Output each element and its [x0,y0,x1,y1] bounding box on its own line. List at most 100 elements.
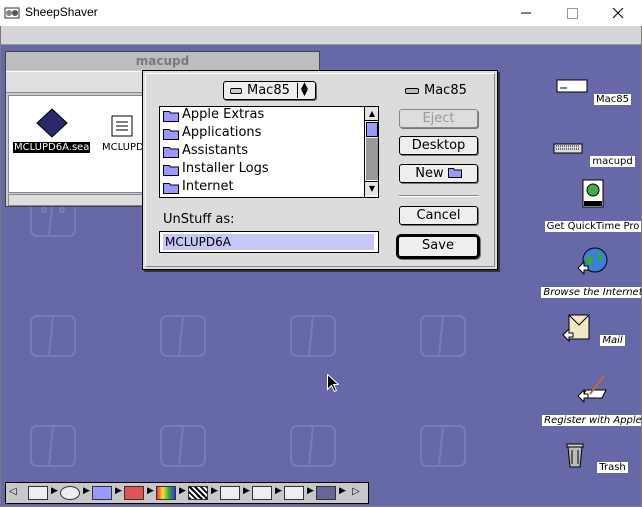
unstuff-filename-field[interactable]: MCLUPD6A [159,231,379,253]
remote-access-icon [252,486,272,500]
list-item-label: Applications [182,125,262,140]
maximize-icon [567,8,578,19]
desktop-icon-label: Register with Apple [542,415,641,426]
globe-alias-icon [577,247,608,276]
mac-desktop[interactable]: macupd 2 items MCLUPD6A.sea MCLUPD Mac85… [1,26,641,506]
scroll-track[interactable] [366,138,378,180]
folder-icon [163,147,179,158]
chevron-right-icon: ▶ [339,486,346,496]
finder-window-title[interactable]: macupd [6,52,319,70]
desktop-icon-label: Get QuickTime Pro [544,221,641,232]
folder-icon [163,165,179,176]
strip-volume-module[interactable]: ▶ [282,484,314,502]
mouse-cursor-icon [327,374,339,393]
mac-menubar [1,26,641,45]
speaker-icon [284,486,304,500]
strip-monitor-module[interactable]: ▶ [26,484,58,502]
desktop-icon-label: macupd [590,156,635,167]
scroll-thumb[interactable] [366,122,378,137]
chevron-right-icon: ▶ [307,486,314,496]
chevron-right-icon: ▶ [115,486,122,496]
desktop-icon-trash[interactable]: Trash [538,438,641,474]
disk-image-icon [553,143,583,154]
strip-printer-module[interactable]: ▶ [218,484,250,502]
folder-icon [447,168,462,178]
cancel-button[interactable]: Cancel [399,206,478,225]
strip-appletalk-module[interactable]: ▶ [122,484,154,502]
monitor-icon [28,486,48,500]
mail-alias-icon [562,314,590,343]
file-item-sea[interactable]: MCLUPD6A.sea [13,108,91,153]
strip-resolution-module[interactable]: ▶ [186,484,218,502]
stuffit-archive-icon [35,108,68,138]
strip-end-tab[interactable]: ▷ [346,484,368,502]
printer-icon [220,486,240,500]
updown-arrows-icon: ▲ ▼ [297,82,311,98]
desktop-icon-mail[interactable]: Mail [538,311,641,347]
file-item-mclupd[interactable]: MCLUPD [101,114,145,153]
list-item-label: Internet [182,179,234,194]
maximize-button[interactable] [549,0,595,26]
desktop-icon-register[interactable]: Register with Apple [538,372,641,427]
scroll-up-arrow-icon[interactable]: ▲ [365,107,378,121]
strip-file-sharing-module[interactable]: ▶ [90,484,122,502]
chevron-right-icon: ▶ [51,486,58,496]
desktop-icon-label: Mail [600,335,625,346]
strip-web-sharing-module[interactable]: ▶ [314,484,346,502]
desktop-icon-label: Browse the Internet [541,287,641,298]
strip-color-depth-module[interactable]: ▶ [154,484,186,502]
desktop-icon-quicktime[interactable]: Get QuickTime Pro [538,178,641,233]
file-label: MCLUPD [102,142,144,153]
resolution-icon [188,486,208,500]
disk-icon [230,88,242,94]
color-depth-icon [156,486,176,500]
unstuff-filename-value: MCLUPD6A [163,234,374,250]
chevron-right-icon: ▶ [179,486,186,496]
button-divider [399,195,479,197]
folder-list[interactable]: Apple Extras Applications Assistants Ins… [159,106,379,198]
chevron-right-icon: ▶ [147,486,154,496]
hard-disk-icon [556,79,588,93]
unstuff-save-dialog: Mac85 ▲ ▼ Apple Extras Applications Assis… [142,70,498,270]
chevron-right-icon: ▶ [275,486,282,496]
save-button[interactable]: Save [396,234,480,259]
folder-icon [163,129,179,140]
unstuff-as-label: UnStuff as: [163,212,235,227]
close-icon [612,7,624,19]
control-strip[interactable]: ◁ ▶ ▶ ▶ ▶ ▶ ▶ ▶ ▶ ▶ ▶ ▷ [5,482,369,504]
appletalk-icon [124,486,144,500]
chevron-right-icon: ▶ [243,486,250,496]
eject-button[interactable]: Eject [399,109,478,128]
new-folder-label: New [415,166,444,181]
file-label: MCLUPD6A.sea [13,142,91,153]
file-sharing-icon [92,486,112,500]
cd-icon [60,486,80,500]
chevron-right-icon: ▶ [211,486,218,496]
desktop-icon-browse-internet[interactable]: Browse the Internet [538,244,641,299]
disk-icon [405,87,419,94]
volume-popup-label: Mac85 [247,83,290,98]
volume-popup-menu[interactable]: Mac85 ▲ ▼ [223,81,316,100]
minimize-button[interactable] [503,0,549,26]
folder-icon [163,111,179,122]
host-titlebar: SheepShaver [0,0,642,26]
sheepshaver-app-icon [4,7,20,19]
strip-collapse-tab[interactable]: ◁ [6,484,20,502]
list-item-label: Apple Extras [182,107,265,122]
desktop-button[interactable]: Desktop [399,136,478,155]
folder-list-scrollbar[interactable]: ▲ ▼ [364,107,378,197]
minimize-icon [521,12,531,14]
desktop-icon-mac85[interactable]: Mac85 [538,70,641,106]
new-folder-button[interactable]: New [399,164,478,183]
list-item-label: Installer Logs [182,161,269,176]
strip-remote-access-module[interactable]: ▶ [250,484,282,502]
close-button[interactable] [595,0,641,26]
scroll-down-arrow-icon[interactable]: ▼ [365,181,378,195]
current-disk-name: Mac85 [424,83,467,98]
chevron-right-icon: ▶ [83,486,90,496]
strip-cd-module[interactable]: ▶ [58,484,90,502]
desktop-icon-macupd[interactable]: macupd [538,132,641,168]
trash-icon [566,443,584,468]
list-item-label: Assistants [182,143,248,158]
document-icon [111,115,133,137]
